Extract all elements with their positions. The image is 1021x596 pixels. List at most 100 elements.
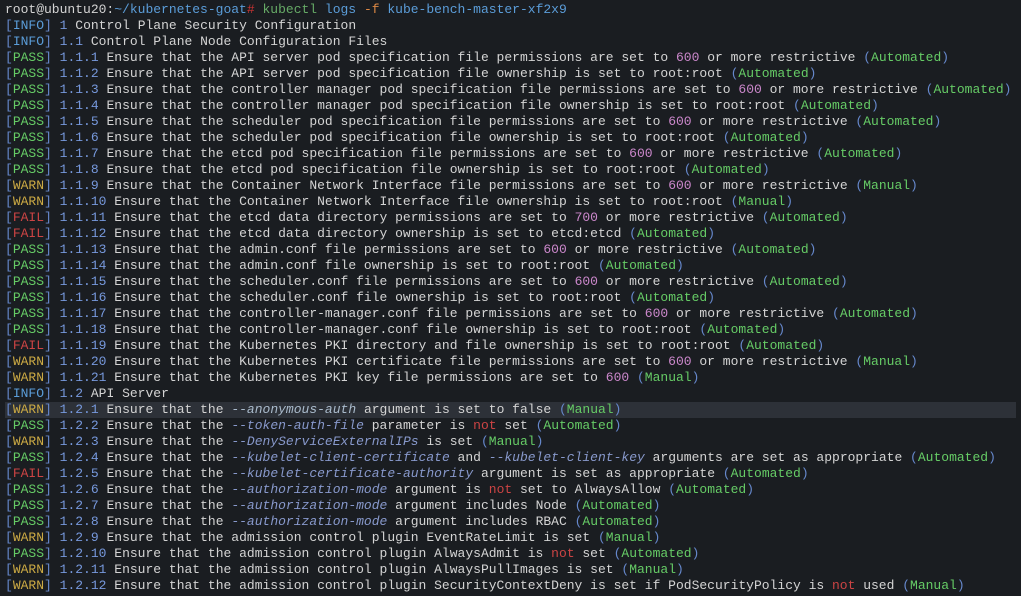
- log-text: argument is set as appropriate: [473, 466, 723, 481]
- log-line: [WARN] 1.1.9 Ensure that the Container N…: [5, 178, 1016, 194]
- log-level: FAIL: [13, 466, 44, 481]
- log-text: Ensure that the scheduler pod specificat…: [106, 114, 668, 129]
- log-text: Ensure that the Container Network Interf…: [114, 194, 730, 209]
- bracket-open: [: [5, 370, 13, 385]
- not-keyword: not: [489, 482, 512, 497]
- bracket-close: ]: [44, 178, 52, 193]
- bracket-close: ]: [44, 290, 52, 305]
- bracket-close: ]: [44, 242, 52, 257]
- paren: ): [910, 354, 918, 369]
- paren: ): [816, 338, 824, 353]
- bracket-close: ]: [44, 98, 52, 113]
- bracket-open: [: [5, 418, 13, 433]
- log-mode: Manual: [645, 370, 692, 385]
- log-text: Ensure that the etcd pod specification f…: [106, 146, 629, 161]
- log-text: Ensure that the: [106, 418, 231, 433]
- log-mode: Automated: [933, 82, 1003, 97]
- bracket-open: [: [5, 514, 13, 529]
- section-number: 1.1.13: [60, 242, 107, 257]
- log-mode: Automated: [801, 98, 871, 113]
- bracket-close: ]: [44, 146, 52, 161]
- bracket-open: [: [5, 98, 13, 113]
- prompt-line[interactable]: root@ubuntu20:~/kubernetes-goat# kubectl…: [5, 2, 1016, 18]
- not-keyword: not: [551, 546, 574, 561]
- bracket-close: ]: [44, 466, 52, 481]
- bracket-open: [: [5, 466, 13, 481]
- log-text: argument is set to false: [356, 402, 559, 417]
- log-text: or more restrictive: [692, 178, 856, 193]
- log-text: [629, 370, 637, 385]
- log-text: or more restrictive: [699, 50, 863, 65]
- prompt-user-host: root@ubuntu20: [5, 2, 106, 17]
- log-line: [PASS] 1.2.6 Ensure that the --authoriza…: [5, 482, 1016, 498]
- section-number: 1.1.8: [60, 162, 99, 177]
- log-line: [PASS] 1.1.18 Ensure that the controller…: [5, 322, 1016, 338]
- log-level: PASS: [13, 146, 44, 161]
- bracket-open: [: [5, 578, 13, 593]
- bracket-open: [: [5, 242, 13, 257]
- log-text: Ensure that the Container Network Interf…: [106, 178, 668, 193]
- bracket-open: [: [5, 114, 13, 129]
- log-mode: Manual: [910, 578, 957, 593]
- paren: (: [723, 466, 731, 481]
- log-text: Ensure that the Kubernetes PKI certifica…: [114, 354, 668, 369]
- log-level: PASS: [13, 290, 44, 305]
- prompt-command: kubectl: [262, 2, 317, 17]
- paren: (: [684, 162, 692, 177]
- section-number: 1.2.6: [60, 482, 99, 497]
- paren: (: [902, 578, 910, 593]
- bracket-close: ]: [44, 274, 52, 289]
- log-mode: Automated: [676, 482, 746, 497]
- log-text: Ensure that the controller-manager.conf …: [114, 306, 645, 321]
- log-level: PASS: [13, 514, 44, 529]
- section-number: 1.1.10: [60, 194, 107, 209]
- paren: ): [801, 466, 809, 481]
- log-text: Ensure that the Kubernetes PKI directory…: [114, 338, 738, 353]
- log-level: FAIL: [13, 338, 44, 353]
- bracket-open: [: [5, 450, 13, 465]
- log-level: PASS: [13, 130, 44, 145]
- section-number: 1.1.2: [60, 66, 99, 81]
- bracket-open: [: [5, 210, 13, 225]
- log-text: Ensure that the: [106, 482, 231, 497]
- paren: ): [910, 306, 918, 321]
- section-number: 1.2.9: [60, 530, 99, 545]
- paren: (: [598, 258, 606, 273]
- bracket-close: ]: [44, 162, 52, 177]
- log-text: Ensure that the admission control plugin…: [114, 562, 621, 577]
- log-level: FAIL: [13, 210, 44, 225]
- log-line: [INFO] 1 Control Plane Security Configur…: [5, 18, 1016, 34]
- log-level: WARN: [13, 354, 44, 369]
- log-level: PASS: [13, 482, 44, 497]
- paren: (: [637, 370, 645, 385]
- log-text: Ensure that the scheduler.conf file perm…: [114, 274, 574, 289]
- log-line: [WARN] 1.2.1 Ensure that the --anonymous…: [5, 402, 1016, 418]
- log-level: WARN: [13, 530, 44, 545]
- log-level: PASS: [13, 50, 44, 65]
- log-mode: Automated: [770, 210, 840, 225]
- paren: ): [614, 402, 622, 417]
- paren: (: [723, 130, 731, 145]
- bracket-close: ]: [44, 514, 52, 529]
- section-number: 1.1.1: [60, 50, 99, 65]
- section-number: 1.2.2: [60, 418, 99, 433]
- paren: ): [871, 98, 879, 113]
- bracket-close: ]: [44, 50, 52, 65]
- option-flag: --authorization-mode: [231, 498, 387, 513]
- bracket-open: [: [5, 18, 13, 33]
- log-mode: Automated: [731, 466, 801, 481]
- log-text: Ensure that the: [106, 434, 231, 449]
- section-number: 1.2.4: [60, 450, 99, 465]
- log-text: Ensure that the controller manager pod s…: [106, 98, 793, 113]
- log-number: 600: [543, 242, 566, 257]
- log-level: PASS: [13, 450, 44, 465]
- bracket-open: [: [5, 274, 13, 289]
- log-line: [PASS] 1.2.10 Ensure that the admission …: [5, 546, 1016, 562]
- option-flag: --kubelet-client-certificate: [231, 450, 449, 465]
- log-level: WARN: [13, 178, 44, 193]
- log-text: arguments are set as appropriate: [645, 450, 910, 465]
- log-mode: Automated: [918, 450, 988, 465]
- bracket-close: ]: [44, 66, 52, 81]
- log-mode: Automated: [606, 258, 676, 273]
- section-number: 1.2.1: [60, 402, 99, 417]
